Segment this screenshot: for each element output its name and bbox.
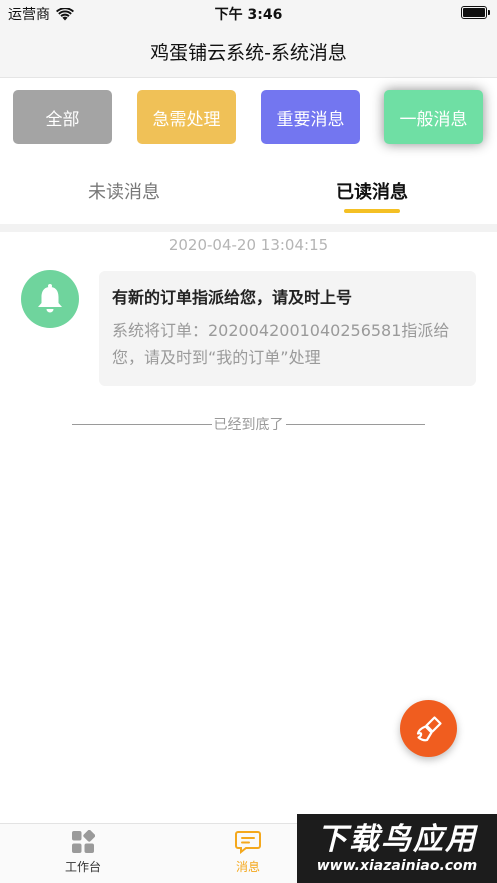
message-icon <box>235 831 261 854</box>
status-bar: 运营商 下午 3:46 <box>0 0 497 26</box>
filter-general-button[interactable]: 一般消息 <box>384 90 483 144</box>
message-title: 有新的订单指派给您，请及时上号 <box>112 288 353 307</box>
divider-line-right <box>285 423 425 425</box>
list-end-indicator: 已经到底了 <box>72 414 425 434</box>
page-title: 鸡蛋铺云系统-系统消息 <box>150 42 347 64</box>
active-tab-indicator <box>344 209 400 213</box>
message-avatar <box>21 270 79 328</box>
message-timestamp: 2020-04-20 13:04:15 <box>168 236 329 254</box>
watermark-logo: 下载鸟应用 www.xiazainiao.com <box>297 814 497 883</box>
watermark-title: 下载鸟应用 <box>317 821 477 857</box>
tabbar-label-messages: 消息 <box>235 860 260 874</box>
status-time: 下午 3:46 <box>214 7 283 23</box>
message-card[interactable]: 有新的订单指派给您，请及时上号 系统将订单：202004200104025658… <box>99 271 476 386</box>
read-state-tabs: 未读消息 已读消息 <box>0 158 497 224</box>
section-divider <box>0 224 497 232</box>
tabbar-label-workbench: 工作台 <box>64 860 101 874</box>
clear-messages-button[interactable] <box>400 700 457 757</box>
filter-urgent-button[interactable]: 急需处理 <box>137 90 236 144</box>
broom-icon <box>416 715 442 741</box>
tabbar-item-workbench[interactable]: 工作台 <box>43 830 123 875</box>
battery-icon <box>461 6 490 19</box>
filter-important-button[interactable]: 重要消息 <box>261 90 360 144</box>
watermark-url: www.xiazainiao.com <box>316 857 478 874</box>
grid-icon <box>72 830 95 853</box>
tab-read[interactable]: 已读消息 <box>248 158 496 224</box>
divider-line-left <box>72 423 212 425</box>
tab-unread[interactable]: 未读消息 <box>0 158 248 224</box>
list-end-text: 已经到底了 <box>213 417 284 433</box>
bell-icon <box>38 284 62 313</box>
nav-bar: 鸡蛋铺云系统-系统消息 <box>0 26 497 78</box>
message-body: 系统将订单：2020042001040256581指派给您，请及时到“我的订单”… <box>112 321 450 367</box>
tabbar-item-messages[interactable]: 消息 <box>208 830 288 875</box>
filter-all-button[interactable]: 全部 <box>13 90 112 144</box>
filter-bar: 全部 急需处理 重要消息 一般消息 <box>0 78 497 158</box>
